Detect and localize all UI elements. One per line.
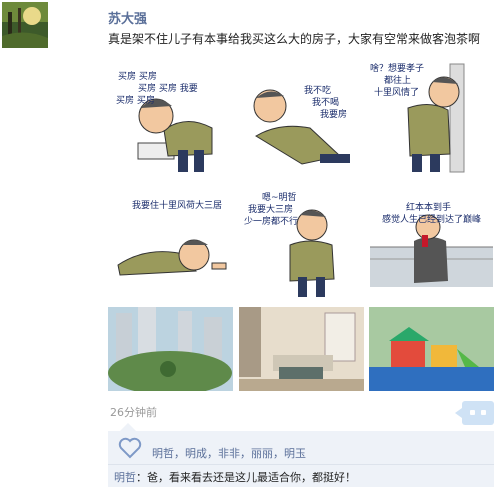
like-name[interactable]: 丽丽 <box>251 447 273 460</box>
playground-photo[interactable] <box>369 307 494 391</box>
dot-icon <box>481 410 486 415</box>
sticker-caption: 红本本到手 <box>406 203 452 213</box>
sticker-caption: 买房 买房 <box>118 72 157 82</box>
like-separator: ， <box>240 447 251 460</box>
sticker-caption: 啥？想要孝子 <box>370 64 425 74</box>
sticker-caption: 我要房 <box>320 110 348 120</box>
sticker-image[interactable]: 嗯~明哲 我要大三房 少一房都不行 <box>240 185 363 305</box>
comment-row[interactable]: 明哲：爸，看来看去还是这儿最适合你，都挺好！ <box>114 469 356 485</box>
like-name[interactable]: 明成 <box>185 447 207 460</box>
like-separator: ， <box>273 447 284 460</box>
housing-estate-photo[interactable] <box>108 307 233 391</box>
avatar[interactable] <box>2 2 48 48</box>
sticker-caption: 买房 买房 <box>116 96 155 106</box>
sticker-caption: 买房 买房 我要 <box>138 84 198 94</box>
sticker-image[interactable]: 啥？想要孝子 都往上 十里风情了 <box>370 58 493 178</box>
sticker-caption: 少一房都不行 <box>244 217 299 227</box>
sticker-caption: 我不喝 <box>312 98 340 108</box>
sticker-image[interactable]: 红本本到手 感觉人生已经到达了巅峰 <box>370 185 493 305</box>
like-name[interactable]: 明哲 <box>152 447 174 460</box>
sticker-caption: 嗯~明哲 <box>262 193 297 203</box>
post-text: 真是架不住儿子有本事给我买这么大的房子，大家有空常来做客泡茶啊 <box>108 32 481 46</box>
dot-icon <box>470 410 475 415</box>
sticker-caption: 我不吃 <box>304 86 332 96</box>
likes-comments-panel: 明哲，明成，非非，丽丽，明玉 明哲：爸，看来看去还是这儿最适合你，都挺好！ <box>108 423 494 487</box>
comment-text: 爸，看来看去还是这儿最适合你，都挺好！ <box>147 471 356 484</box>
author-name[interactable]: 苏大强 <box>108 8 147 27</box>
divider <box>108 464 494 465</box>
sticker-caption: 十里风情了 <box>374 88 420 98</box>
like-separator: ， <box>174 447 185 460</box>
comment-separator: ： <box>136 471 147 484</box>
sticker-caption: 我要住十里风荷大三居 <box>132 201 223 211</box>
sticker-caption: 感觉人生已经到达了巅峰 <box>382 215 482 225</box>
post-time: 26分钟前 <box>110 406 157 419</box>
sticker-caption: 我要大三房 <box>248 205 294 215</box>
living-room-photo[interactable] <box>239 307 364 391</box>
like-name[interactable]: 非非 <box>218 447 240 460</box>
commenter-name[interactable]: 明哲 <box>114 471 136 484</box>
sticker-image[interactable]: 我不吃 我不喝 我要房 <box>240 58 363 178</box>
sticker-image[interactable]: 买房 买房 买房 买房 我要 买房 买房 <box>108 58 231 178</box>
sticker-caption: 都往上 <box>384 76 412 86</box>
heart-icon[interactable] <box>118 437 142 463</box>
like-separator: ， <box>207 447 218 460</box>
comment-button[interactable] <box>455 401 494 425</box>
like-name[interactable]: 明玉 <box>284 447 306 460</box>
sticker-image[interactable]: 我要住十里风荷大三居 <box>108 185 231 305</box>
like-list: 明哲，明成，非非，丽丽，明玉 <box>152 445 306 461</box>
